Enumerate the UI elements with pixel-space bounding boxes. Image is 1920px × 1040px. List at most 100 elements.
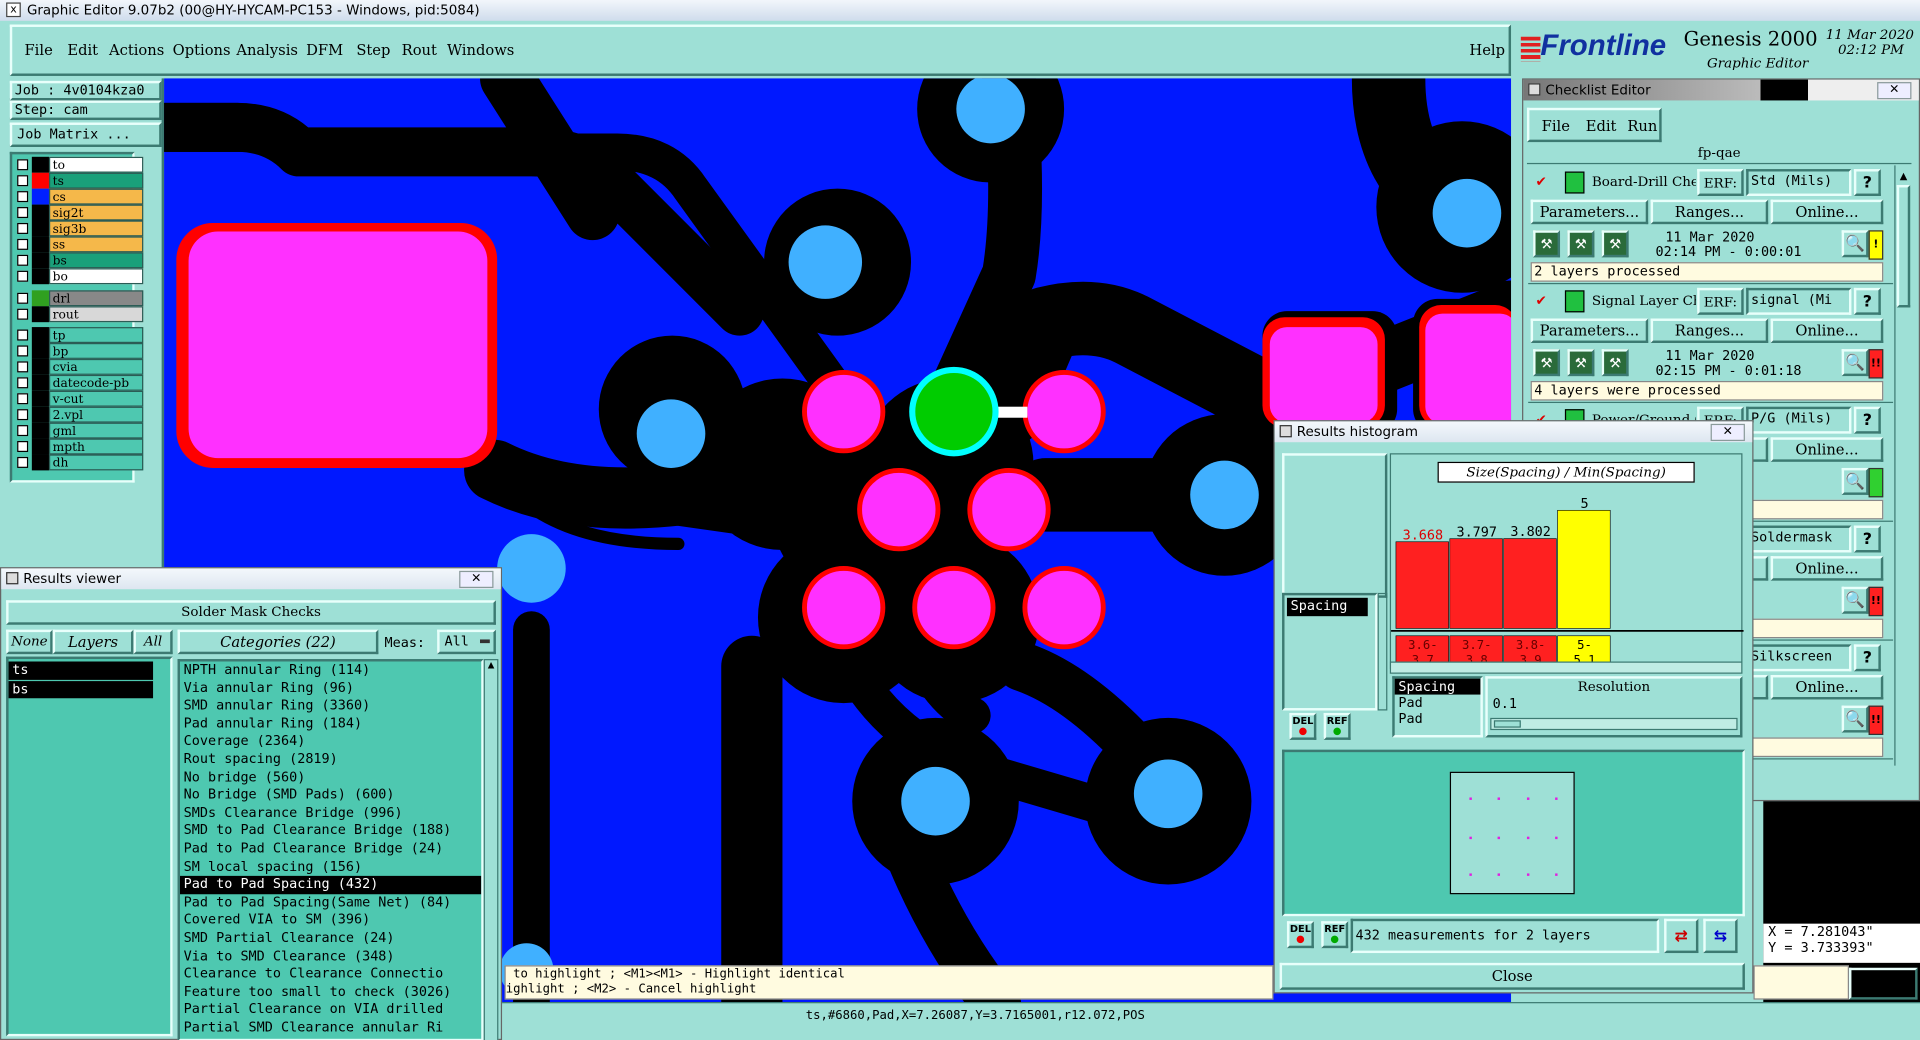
run-selected-icon[interactable]: ⚒: [1567, 349, 1595, 377]
layer-name[interactable]: v-cut: [48, 390, 144, 407]
histogram-bar[interactable]: [1557, 509, 1611, 629]
scroll-up-icon[interactable]: ▲: [1896, 170, 1912, 181]
del-icon[interactable]: DEL ●: [1289, 712, 1317, 740]
list-item[interactable]: No bridge (560): [180, 769, 481, 787]
list-item[interactable]: SMD Partial Clearance (24): [180, 930, 481, 948]
layer-checkbox[interactable]: [17, 425, 29, 437]
layer-row[interactable]: ss: [12, 236, 144, 253]
list-item[interactable]: Feature too small to check (3026): [180, 983, 481, 1001]
layer-name[interactable]: datecode-pb: [48, 374, 144, 391]
list-item[interactable]: Partial Clearance on VIA drilled: [180, 1001, 481, 1019]
entry-check-icon[interactable]: ✔: [1536, 174, 1547, 190]
layer-name[interactable]: cvia: [48, 358, 144, 375]
list-item[interactable]: Covered VIA to SM (396): [180, 912, 481, 930]
list-item[interactable]: SMDs Clearance Bridge (996): [180, 805, 481, 823]
chart-hscrollbar[interactable]: [1389, 661, 1743, 674]
list-item[interactable]: Spacing: [1286, 597, 1368, 616]
run-all-icon[interactable]: ⚒: [1601, 349, 1629, 377]
list-item[interactable]: SMD to Pad Clearance Bridge (188): [180, 822, 481, 840]
entry-parameters-button[interactable]: Parameters...: [1530, 199, 1649, 225]
list-item[interactable]: bs: [8, 680, 154, 699]
layers-none-button[interactable]: None: [6, 629, 53, 655]
layer-checkbox[interactable]: [17, 361, 29, 373]
layer-row[interactable]: gml: [12, 422, 144, 439]
entry-check-icon[interactable]: ✔: [1536, 293, 1547, 309]
layer-checkbox[interactable]: [17, 308, 29, 320]
layer-checkbox[interactable]: [17, 456, 29, 468]
entry-zoom-icon[interactable]: 🔍: [1841, 230, 1869, 258]
menu-dfm[interactable]: DFM: [306, 42, 343, 59]
preview-ref-icon[interactable]: REF ●: [1321, 921, 1349, 949]
layer-checkbox[interactable]: [17, 159, 29, 171]
list-item[interactable]: No Bridge (SMD Pads) (600): [180, 787, 481, 805]
resolution-slider[interactable]: [1490, 717, 1738, 731]
layer-row[interactable]: sig2t: [12, 204, 144, 221]
ref-icon[interactable]: REF ●: [1323, 712, 1351, 740]
list-item[interactable]: Partial SMD Clearance annular Ri: [180, 1019, 481, 1037]
layer-name[interactable]: rout: [48, 306, 144, 323]
entry-help-button[interactable]: ?: [1853, 169, 1881, 196]
layer-name[interactable]: drl: [48, 290, 144, 307]
run-selected-icon[interactable]: ⚒: [1567, 230, 1595, 258]
layer-checkbox[interactable]: [17, 191, 29, 203]
list-item[interactable]: Clearance to Clearance Connectio: [180, 965, 481, 983]
categories-listbox[interactable]: NPTH annular Ring (114) Via annular Ring …: [177, 659, 484, 1040]
checklist-menu-file[interactable]: File: [1542, 118, 1570, 135]
run-icon[interactable]: ⚒: [1533, 349, 1561, 377]
layer-name[interactable]: dh: [48, 454, 144, 471]
entry-online-button[interactable]: Online...: [1770, 318, 1884, 343]
layers-listbox[interactable]: ts bs: [6, 656, 173, 1037]
layer-checkbox[interactable]: [17, 292, 29, 304]
categories-scrollbar[interactable]: ▲: [483, 659, 499, 1040]
layer-name[interactable]: gml: [48, 422, 144, 439]
layer-row[interactable]: cvia: [12, 358, 144, 375]
entry-param-field[interactable]: Std (Mils): [1746, 169, 1852, 196]
layer-checkbox[interactable]: [17, 175, 29, 187]
slider-thumb[interactable]: [1493, 720, 1521, 728]
layer-row[interactable]: cs: [12, 188, 144, 205]
layer-checkbox[interactable]: [17, 345, 29, 357]
list-item[interactable]: Pad to Pad Spacing(Same Net) (84): [180, 894, 481, 912]
zoom-fit-icon[interactable]: ⇄: [1664, 918, 1699, 954]
layer-row[interactable]: dh: [12, 454, 144, 471]
list-item[interactable]: Spacing: [1394, 678, 1481, 695]
entry-help-button[interactable]: ?: [1853, 287, 1881, 315]
entry-help-button[interactable]: ?: [1853, 644, 1881, 672]
menu-file[interactable]: File: [24, 42, 52, 59]
list-item[interactable]: Pad: [1395, 695, 1481, 711]
field-list-scrollbar[interactable]: [1377, 592, 1388, 711]
menu-step[interactable]: Step: [356, 42, 390, 59]
layer-checkbox[interactable]: [17, 222, 29, 234]
menu-actions[interactable]: Actions: [109, 42, 164, 59]
entry-help-button[interactable]: ?: [1853, 525, 1881, 553]
layer-row[interactable]: bs: [12, 252, 144, 269]
checklist-close-button[interactable]: ✕: [1877, 82, 1912, 100]
entry-param-field[interactable]: Silkscreen: [1746, 644, 1852, 672]
layer-row[interactable]: ts: [12, 172, 144, 189]
entry-zoom-icon[interactable]: 🔍: [1841, 349, 1869, 377]
checklist-menu-edit[interactable]: Edit: [1586, 118, 1617, 135]
entry-zoom-icon[interactable]: 🔍: [1841, 705, 1869, 733]
scroll-thumb[interactable]: [1896, 184, 1911, 308]
layer-name[interactable]: 2.vpl: [48, 406, 144, 423]
layer-name[interactable]: sig2t: [48, 204, 144, 221]
menu-options[interactable]: Options: [173, 42, 231, 59]
layer-row[interactable]: rout: [12, 306, 144, 323]
layer-checkbox[interactable]: [17, 238, 29, 250]
histogram-bar[interactable]: [1449, 538, 1503, 629]
layer-checkbox[interactable]: [17, 377, 29, 389]
preview-del-icon[interactable]: DEL ●: [1286, 921, 1314, 949]
meas-dropdown[interactable]: All: [437, 629, 496, 655]
entry-online-button[interactable]: Online...: [1770, 674, 1884, 700]
menu-windows[interactable]: Windows: [447, 42, 514, 59]
layer-checkbox[interactable]: [17, 270, 29, 282]
layer-name[interactable]: bp: [48, 343, 144, 359]
layer-name[interactable]: mpth: [48, 438, 144, 455]
unit-selector[interactable]: Inch: [1848, 967, 1918, 1000]
layer-row[interactable]: tp: [12, 327, 144, 343]
checklist-scrollbar[interactable]: ▲: [1894, 165, 1912, 766]
menu-edit[interactable]: Edit: [67, 42, 98, 59]
layer-checkbox[interactable]: [17, 207, 29, 219]
list-item[interactable]: Coverage (2364): [180, 733, 481, 751]
layer-name[interactable]: sig3b: [48, 220, 144, 237]
